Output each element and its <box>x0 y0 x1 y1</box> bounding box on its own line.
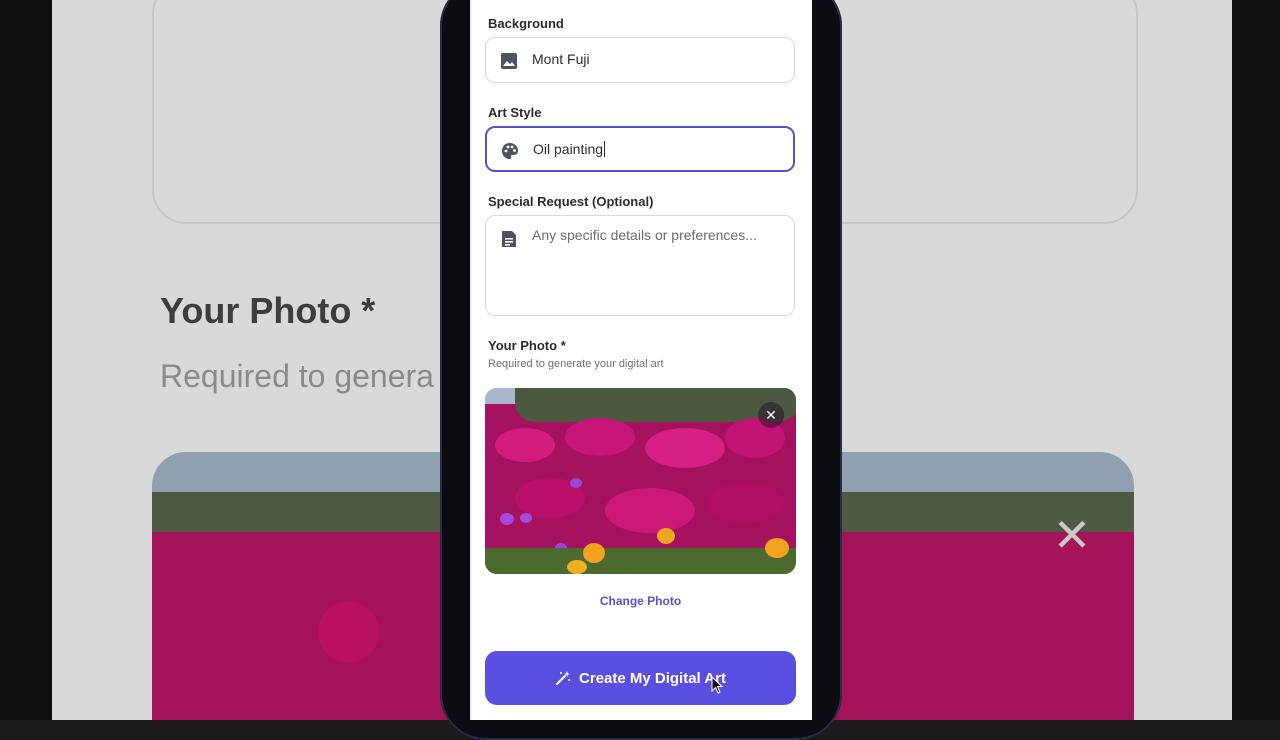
left-edge <box>0 0 52 720</box>
background-close-icon: ✕ <box>1052 509 1092 561</box>
background-title: Your Photo * <box>160 290 376 331</box>
art-style-value: Oil painting <box>533 141 606 157</box>
create-digital-art-button[interactable]: Create My Digital Art <box>485 651 796 705</box>
background-subtitle: Required to genera <box>160 358 434 394</box>
special-request-placeholder: Any specific details or preferences... <box>532 227 757 243</box>
magic-wand-icon <box>556 671 570 685</box>
background-field[interactable]: Mont Fuji <box>485 37 795 83</box>
image-icon <box>501 53 517 69</box>
uploaded-photo <box>485 388 796 574</box>
background-value: Mont Fuji <box>532 51 590 67</box>
special-request-label: Special Request (Optional) <box>488 194 654 209</box>
text-caret <box>604 141 606 157</box>
art-style-field[interactable]: Oil painting <box>485 126 795 172</box>
background-label: Background <box>488 16 564 31</box>
art-style-label: Art Style <box>488 105 542 120</box>
create-digital-art-label: Create My Digital Art <box>579 669 726 687</box>
special-request-field[interactable]: Any specific details or preferences... <box>485 215 795 316</box>
photo-label: Your Photo * <box>488 338 566 353</box>
remove-photo-close-icon[interactable]: ✕ <box>758 402 784 428</box>
mouse-cursor-icon <box>711 676 723 694</box>
palette-icon <box>502 143 518 159</box>
document-icon <box>502 231 516 247</box>
change-photo-link[interactable]: Change Photo <box>485 594 796 608</box>
right-edge <box>1232 0 1280 720</box>
photo-hint: Required to generate your digital art <box>488 358 664 370</box>
